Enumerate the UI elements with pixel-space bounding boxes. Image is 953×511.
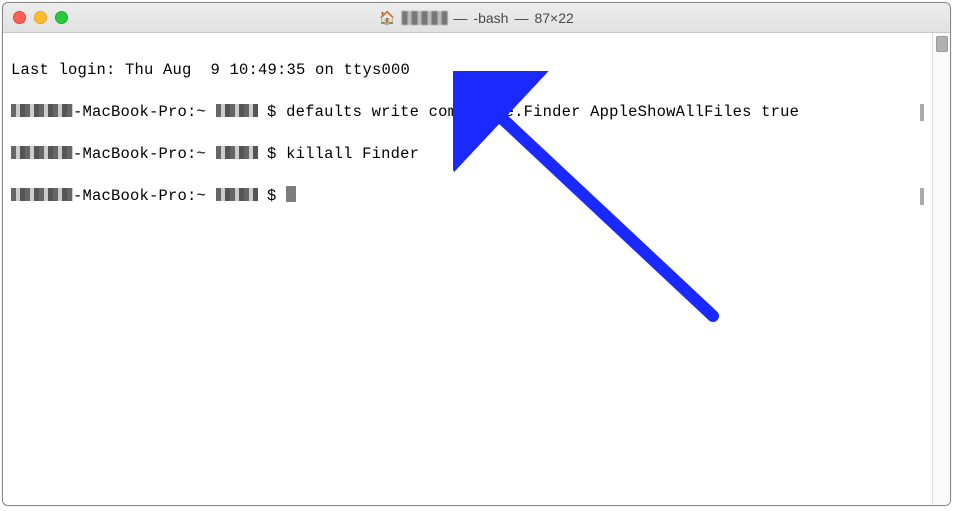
redacted-host bbox=[11, 104, 73, 117]
redacted-user2 bbox=[216, 104, 258, 117]
minimize-button[interactable] bbox=[34, 11, 47, 24]
maximize-button[interactable] bbox=[55, 11, 68, 24]
prompt-char: $ bbox=[267, 187, 286, 205]
terminal-body[interactable]: Last login: Thu Aug 9 10:49:35 on ttys00… bbox=[3, 33, 932, 505]
terminal-window: 🏠 — -bash — 87×22 Last login: Thu Aug 9 … bbox=[2, 2, 951, 506]
content-area: Last login: Thu Aug 9 10:49:35 on ttys00… bbox=[3, 33, 950, 505]
prompt-char: $ bbox=[267, 103, 286, 121]
redacted-host bbox=[11, 188, 73, 201]
host-suffix: -MacBook-Pro:~ bbox=[73, 187, 216, 205]
command-2: killall Finder bbox=[286, 145, 419, 163]
command-1: defaults write com.apple.Finder AppleSho… bbox=[286, 103, 799, 121]
cursor bbox=[286, 186, 296, 202]
close-button[interactable] bbox=[13, 11, 26, 24]
titlebar[interactable]: 🏠 — -bash — 87×22 bbox=[3, 3, 950, 33]
title-dimensions: 87×22 bbox=[534, 10, 573, 26]
window-title: 🏠 — -bash — 87×22 bbox=[379, 10, 574, 26]
prompt-char: $ bbox=[267, 145, 286, 163]
title-sep1: — bbox=[453, 10, 467, 26]
host-suffix: -MacBook-Pro:~ bbox=[73, 145, 216, 163]
scrollbar[interactable] bbox=[932, 33, 950, 505]
host-suffix: -MacBook-Pro:~ bbox=[73, 103, 216, 121]
redacted-user2 bbox=[216, 188, 258, 201]
title-sep2: — bbox=[514, 10, 528, 26]
redacted-user2 bbox=[216, 146, 258, 159]
title-shell: -bash bbox=[473, 10, 508, 26]
line-end-mark bbox=[920, 104, 924, 121]
redacted-host bbox=[11, 146, 73, 159]
redacted-user bbox=[401, 11, 447, 25]
home-icon: 🏠 bbox=[379, 10, 395, 26]
last-login-text: Last login: Thu Aug 9 10:49:35 on ttys00… bbox=[11, 61, 410, 79]
traffic-lights bbox=[13, 11, 68, 24]
line-end-mark bbox=[920, 188, 924, 205]
scroll-thumb[interactable] bbox=[936, 36, 948, 52]
